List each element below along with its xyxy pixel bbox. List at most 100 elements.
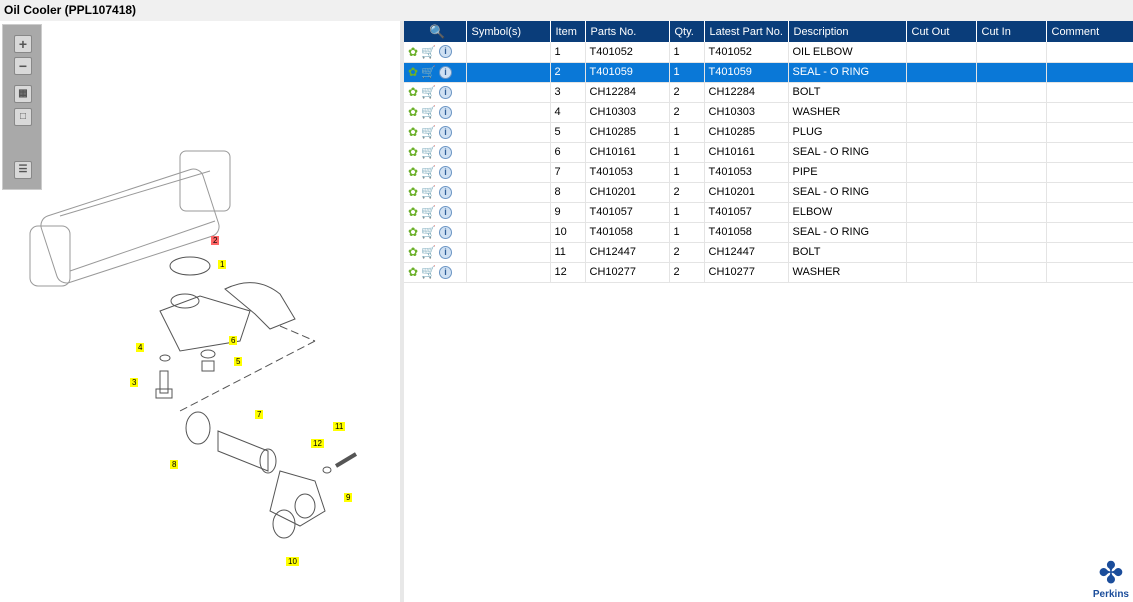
info-icon[interactable]: i	[439, 45, 453, 59]
cart-icon[interactable]: 🛒	[421, 225, 436, 239]
callout-8[interactable]: 8	[170, 460, 179, 469]
column-header[interactable]: Comment	[1046, 21, 1133, 42]
callout-5[interactable]: 5	[234, 357, 243, 366]
table-cell	[906, 202, 977, 223]
table-cell: 2	[669, 82, 705, 103]
search-icon[interactable]: 🔍	[429, 24, 445, 39]
cart-icon[interactable]: 🛒	[421, 165, 436, 179]
table-row[interactable]: ✿ 🛒 i 11 CH12447 2 CH12447 BOLT	[404, 242, 1133, 263]
table-cell	[976, 182, 1047, 203]
zoom-out-button[interactable]: −	[14, 57, 32, 75]
actual-size-icon[interactable]: □	[14, 108, 32, 126]
callout-11[interactable]: 11	[333, 422, 346, 431]
info-icon[interactable]: i	[439, 245, 453, 259]
table-cell: 2	[669, 102, 705, 123]
table-cell: T401053	[704, 162, 789, 183]
info-icon[interactable]: i	[439, 105, 453, 119]
callout-9[interactable]: 9	[344, 493, 353, 502]
cart-icon[interactable]: 🛒	[421, 65, 436, 79]
cart-icon[interactable]: 🛒	[421, 85, 436, 99]
table-cell	[976, 122, 1047, 143]
gear-icon[interactable]: ✿	[408, 125, 418, 139]
search-column-header[interactable]: 🔍	[404, 21, 467, 42]
gear-icon[interactable]: ✿	[408, 185, 418, 199]
info-icon[interactable]: i	[439, 165, 453, 179]
info-icon[interactable]: i	[439, 125, 453, 139]
column-header[interactable]: Parts No.	[585, 21, 670, 42]
table-cell: 9	[550, 202, 586, 223]
table-row[interactable]: ✿ 🛒 i 7 T401053 1 T401053 PIPE	[404, 162, 1133, 183]
table-cell: T401059	[704, 62, 789, 83]
info-icon[interactable]: i	[439, 265, 453, 279]
cart-icon[interactable]: 🛒	[421, 185, 436, 199]
table-cell	[466, 122, 551, 143]
column-header[interactable]: Description	[788, 21, 907, 42]
table-row[interactable]: ✿ 🛒 i 8 CH10201 2 CH10201 SEAL - O RING	[404, 182, 1133, 203]
table-row[interactable]: ✿ 🛒 i 3 CH12284 2 CH12284 BOLT	[404, 82, 1133, 103]
info-icon[interactable]: i	[439, 225, 453, 239]
table-cell: T401059	[585, 62, 670, 83]
gear-icon[interactable]: ✿	[408, 245, 418, 259]
cart-icon[interactable]: 🛒	[421, 265, 436, 279]
callout-2[interactable]: 2	[211, 236, 220, 245]
table-cell	[466, 162, 551, 183]
table-row[interactable]: ✿ 🛒 i 2 T401059 1 T401059 SEAL - O RING	[404, 62, 1133, 83]
column-header[interactable]: Symbol(s)	[466, 21, 551, 42]
gear-icon[interactable]: ✿	[408, 225, 418, 239]
fit-all-icon[interactable]: ▦	[14, 85, 32, 103]
table-cell: CH10201	[585, 182, 670, 203]
callout-10[interactable]: 10	[286, 557, 299, 566]
gear-icon[interactable]: ✿	[408, 265, 418, 279]
table-cell	[976, 62, 1047, 83]
table-cell	[466, 182, 551, 203]
column-header[interactable]: Latest Part No.	[704, 21, 789, 42]
callout-7[interactable]: 7	[255, 410, 264, 419]
table-cell: PLUG	[788, 122, 907, 143]
diagram-panel[interactable]: + − ▦ □ ☰ 2 1 6 4 5 3 7 12 11 8 9 10	[0, 21, 400, 602]
table-row[interactable]: ✿ 🛒 i 12 CH10277 2 CH10277 WASHER	[404, 262, 1133, 283]
table-row[interactable]: ✿ 🛒 i 10 T401058 1 T401058 SEAL - O RING	[404, 222, 1133, 243]
table-cell	[906, 262, 977, 283]
cart-icon[interactable]: 🛒	[421, 105, 436, 119]
table-row[interactable]: ✿ 🛒 i 5 CH10285 1 CH10285 PLUG	[404, 122, 1133, 143]
table-cell: CH10285	[704, 122, 789, 143]
table-cell: 10	[550, 222, 586, 243]
callout-3[interactable]: 3	[130, 378, 139, 387]
gear-icon[interactable]: ✿	[408, 145, 418, 159]
cart-icon[interactable]: 🛒	[421, 245, 436, 259]
column-header[interactable]: Cut In	[976, 21, 1047, 42]
callout-12[interactable]: 12	[311, 439, 324, 448]
table-row[interactable]: ✿ 🛒 i 4 CH10303 2 CH10303 WASHER	[404, 102, 1133, 123]
column-header[interactable]: Cut Out	[906, 21, 977, 42]
callout-4[interactable]: 4	[136, 343, 145, 352]
callout-6[interactable]: 6	[229, 336, 238, 345]
info-icon[interactable]: i	[439, 185, 453, 199]
table-row[interactable]: ✿ 🛒 i 1 T401052 1 T401052 OIL ELBOW	[404, 42, 1133, 63]
gear-icon[interactable]: ✿	[408, 65, 418, 79]
column-header[interactable]: Qty.	[669, 21, 705, 42]
info-icon[interactable]: i	[439, 205, 453, 219]
table-cell	[906, 42, 977, 63]
column-header[interactable]: Item	[550, 21, 586, 42]
cart-icon[interactable]: 🛒	[421, 205, 436, 219]
table-row[interactable]: ✿ 🛒 i 6 CH10161 1 CH10161 SEAL - O RING	[404, 142, 1133, 163]
cart-icon[interactable]: 🛒	[421, 45, 436, 59]
show-list-icon[interactable]: ☰	[14, 161, 32, 179]
zoom-in-button[interactable]: +	[14, 35, 32, 53]
gear-icon[interactable]: ✿	[408, 45, 418, 59]
gear-icon[interactable]: ✿	[408, 85, 418, 99]
row-actions: ✿ 🛒 i	[404, 162, 467, 183]
gear-icon[interactable]: ✿	[408, 105, 418, 119]
cart-icon[interactable]: 🛒	[421, 125, 436, 139]
callout-1[interactable]: 1	[218, 260, 227, 269]
cart-icon[interactable]: 🛒	[421, 145, 436, 159]
info-icon[interactable]: i	[439, 65, 453, 79]
info-icon[interactable]: i	[439, 85, 453, 99]
info-icon[interactable]: i	[439, 145, 453, 159]
table-cell: 7	[550, 162, 586, 183]
row-actions: ✿ 🛒 i	[404, 242, 467, 263]
gear-icon[interactable]: ✿	[408, 165, 418, 179]
table-cell: PIPE	[788, 162, 907, 183]
table-row[interactable]: ✿ 🛒 i 9 T401057 1 T401057 ELBOW	[404, 202, 1133, 223]
gear-icon[interactable]: ✿	[408, 205, 418, 219]
